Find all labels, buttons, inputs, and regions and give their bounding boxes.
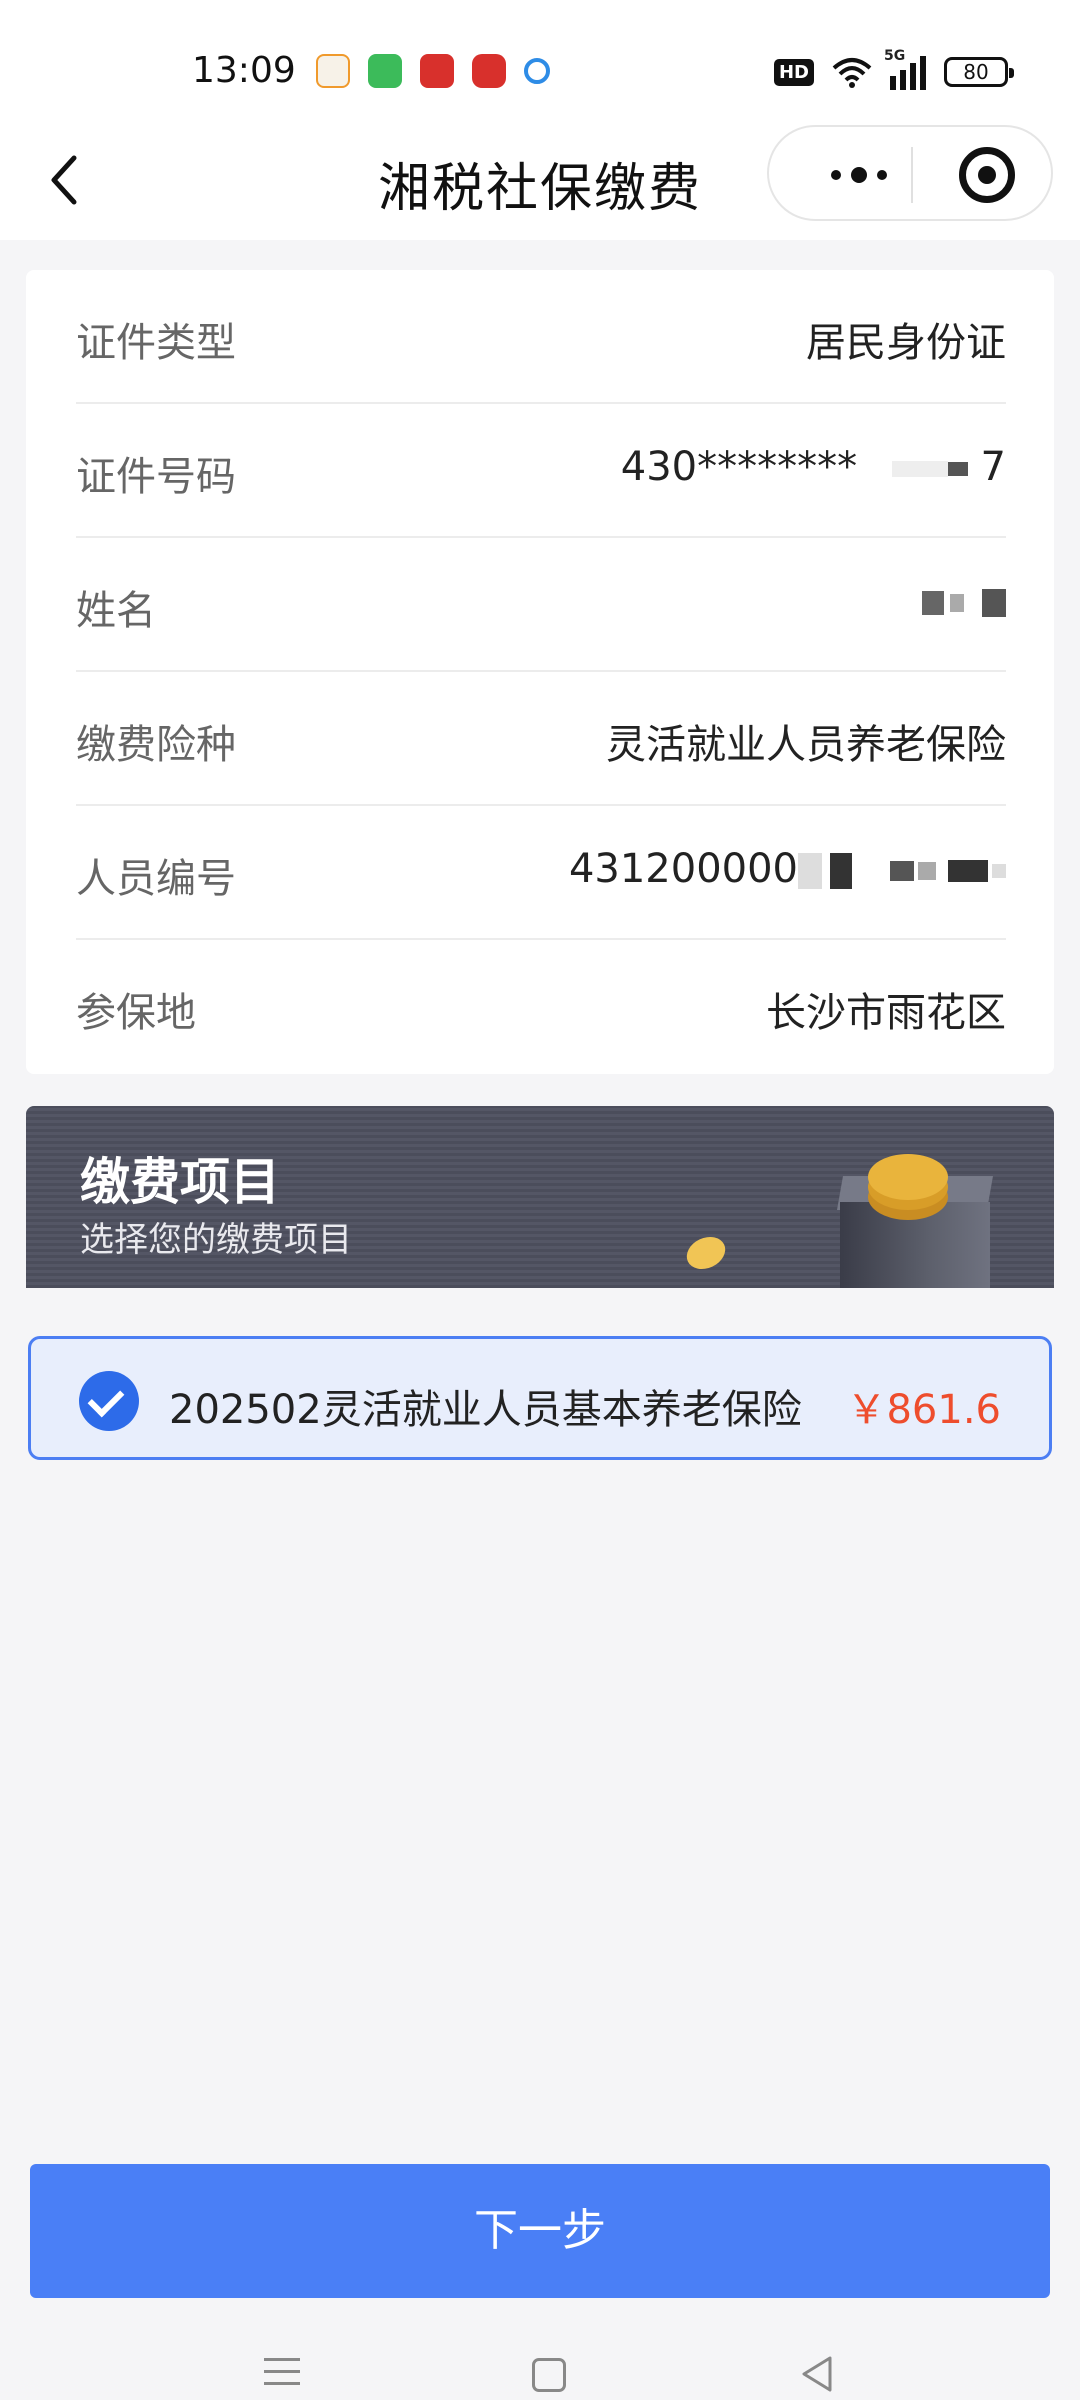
person-id-prefix: 431200000 [568, 846, 798, 892]
redaction-mask [950, 594, 964, 612]
message-notification-icon [368, 54, 402, 88]
insurance-type-label: 缴费险种 [76, 722, 236, 768]
app-notification-icon [472, 54, 506, 88]
pedestal-illustration [840, 1202, 990, 1288]
redaction-mask [798, 853, 822, 889]
name-label: 姓名 [76, 588, 156, 634]
wifi-icon [832, 58, 872, 88]
info-row-name: 姓名 [76, 538, 1006, 672]
insured-location-label: 参保地 [76, 990, 196, 1036]
insurance-type-value: 灵活就业人员养老保险 [606, 722, 1006, 768]
redaction-mask [982, 589, 1006, 617]
redaction-mask [922, 591, 944, 615]
info-row-id-type: 证件类型 居民身份证 [76, 270, 1006, 404]
redaction-mask [891, 461, 948, 477]
redaction-mask [830, 853, 852, 889]
name-value [922, 578, 1006, 624]
id-type-label: 证件类型 [76, 320, 236, 366]
person-id-value: 431200000 [569, 846, 1006, 892]
status-time: 13:09 [192, 50, 296, 91]
info-row-insured-location: 参保地 长沙市雨花区 [76, 940, 1006, 1074]
coin-stack-illustration [868, 1154, 948, 1200]
coin-illustration [681, 1230, 731, 1276]
info-row-person-id: 人员编号 431200000 [76, 806, 1006, 940]
back-triangle-icon[interactable] [796, 2354, 836, 2394]
payment-item-option[interactable]: 202502灵活就业人员基本养老保险 ￥861.6 [28, 1336, 1052, 1460]
system-status: HD 5G 80 [773, 48, 1014, 90]
checkmark-icon[interactable] [79, 1371, 139, 1431]
info-row-insurance-type: 缴费险种 灵活就业人员养老保险 [76, 672, 1006, 806]
app-notification-icon [316, 54, 350, 88]
id-number-value: 430******** 7 [621, 444, 1006, 490]
insured-location-value: 长沙市雨花区 [766, 990, 1006, 1036]
redaction-mask [992, 864, 1006, 878]
id-type-value: 居民身份证 [806, 320, 1006, 366]
battery-icon: 80 [944, 57, 1014, 87]
network-type: 5G [884, 48, 906, 64]
id-number-tail: 7 [980, 444, 1006, 490]
cellular-signal-icon: 5G [884, 48, 926, 90]
redaction-mask [948, 860, 988, 882]
menu-icon[interactable] [264, 2358, 300, 2388]
notification-icons [316, 54, 550, 88]
info-row-id-number: 证件号码 430******** 7 [76, 404, 1006, 538]
next-step-button[interactable]: 下一步 [30, 2164, 1050, 2298]
redaction-mask [918, 862, 936, 880]
system-nav-bar [0, 2320, 1080, 2400]
banner-subtitle: 选择您的缴费项目 [80, 1220, 352, 1260]
person-id-label: 人员编号 [76, 856, 236, 902]
redaction-mask [890, 861, 914, 881]
capsule-divider [911, 147, 913, 203]
banner-title: 缴费项目 [80, 1153, 280, 1211]
status-bar: 13:09 HD 5G 80 [0, 0, 1080, 120]
id-number-prefix: 430******** [620, 444, 858, 490]
hd-icon: HD [773, 58, 814, 86]
more-dots-icon[interactable] [809, 151, 909, 199]
close-target-icon[interactable] [959, 147, 1015, 203]
personal-info-card: 证件类型 居民身份证 证件号码 430******** 7 姓名 缴费险种 灵活… [26, 270, 1054, 1074]
app-notification-icon [420, 54, 454, 88]
nav-bar: 湘税社保缴费 [0, 120, 1080, 240]
payment-items-banner: 缴费项目 选择您的缴费项目 [26, 1106, 1054, 1288]
redaction-mask [947, 462, 968, 476]
payment-item-amount: ￥861.6 [846, 1387, 1001, 1433]
miniprogram-capsule [767, 125, 1053, 221]
home-icon[interactable] [532, 2358, 566, 2392]
id-number-label: 证件号码 [76, 454, 236, 500]
payment-item-name: 202502灵活就业人员基本养老保险 [169, 1387, 802, 1433]
search-icon [524, 58, 550, 84]
